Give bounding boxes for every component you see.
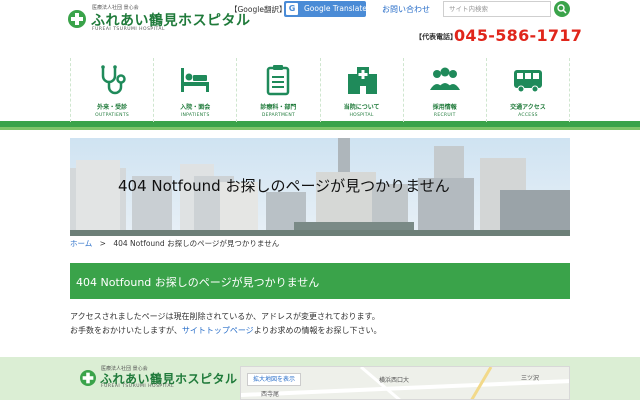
error-message-text: よりお求めの情報をお探し下さい。: [253, 326, 382, 335]
clipboard-icon: [267, 65, 290, 96]
map-label: 横浜西口大: [379, 377, 410, 384]
representative-phone-label: 【代表電話】: [415, 33, 457, 41]
nav-item-label: 診療科・部門: [260, 104, 297, 111]
hero-banner: 404 Notfound お探しのページが見つかりません: [70, 138, 570, 236]
nav-item-sublabel: DEPARTMENT: [261, 113, 296, 118]
search-icon: [557, 4, 567, 14]
nav-item-sublabel: ACCESS: [518, 113, 538, 118]
search-button[interactable]: [554, 1, 570, 17]
error-message-text: お手数をおかけいたしますが、: [70, 326, 182, 335]
error-message-line-2: お手数をおかけいたしますが、サイトトップページよりお求めの情報をお探し下さい。: [70, 325, 382, 336]
page-title: 404 Notfound お探しのページが見つかりません: [76, 276, 320, 289]
global-nav: 外来・受診 OUTPATIENTS 入院・面会 INPATIENTS 診療科・部…: [70, 58, 571, 122]
nav-light-green-bar: [0, 127, 640, 130]
site-top-link[interactable]: サイトトップページ: [182, 326, 254, 335]
hospital-building-icon: [347, 67, 377, 94]
nav-item-access[interactable]: 交通アクセス ACCESS: [485, 58, 571, 122]
google-translate-icon: G: [286, 3, 298, 15]
logo-english-name: FUREAI TSURUMI HOSPITAL: [92, 27, 165, 32]
error-message-line-1: アクセスされましたページは現在削除されているか、アドレスが変更されております。: [70, 312, 380, 321]
nav-item-label: 採用情報: [432, 104, 457, 111]
nav-item-label: 交通アクセス: [510, 104, 546, 111]
representative-phone-number[interactable]: 045-586-1717: [454, 26, 582, 45]
nav-item-sublabel: HOSPITAL: [349, 113, 374, 118]
page-heading-bar: 404 Notfound お探しのページが見つかりません: [70, 263, 570, 299]
logo-english-name: FUREAI TSURUMI HOSPITAL: [101, 384, 174, 389]
nav-item-department[interactable]: 診療科・部門 DEPARTMENT: [236, 58, 319, 122]
hero-title: 404 Notfound お探しのページが見つかりません: [118, 177, 450, 195]
breadcrumb-home-link[interactable]: ホーム: [70, 239, 92, 248]
map-label: 西寺尾: [261, 391, 280, 398]
bus-icon: [513, 70, 542, 93]
nav-item-label: 外来・受診: [97, 104, 128, 111]
nav-item-label: 当院について: [343, 104, 380, 111]
breadcrumb-separator: >: [99, 239, 106, 248]
google-translate-label: 【Google翻訳】: [230, 5, 287, 14]
access-map[interactable]: 拡大地図を表示 横浜西口大 西寺尾 三ツ沢: [240, 366, 570, 400]
google-translate-button-label: Google Translate: [304, 4, 367, 13]
hospital-bed-icon: [181, 68, 210, 92]
nav-item-hospital[interactable]: 当院について HOSPITAL: [319, 58, 403, 122]
nav-item-sublabel: RECRUIT: [433, 113, 456, 118]
breadcrumb: ホーム > 404 Notfound お探しのページが見つかりません: [70, 238, 279, 249]
site-search-input[interactable]: [443, 1, 551, 17]
enlarge-map-button[interactable]: 拡大地図を表示: [247, 373, 302, 386]
nav-item-sublabel: OUTPATIENTS: [95, 113, 130, 118]
breadcrumb-current: 404 Notfound お探しのページが見つかりません: [113, 239, 280, 248]
site-header: 医療法人社団 景心会 ふれあい鶴見ホスピタル FUREAI TSURUMI HO…: [0, 0, 640, 56]
people-icon: [429, 67, 460, 90]
footer-logo[interactable]: 医療法人社団 景心会 ふれあい鶴見ホスピタル FUREAI TSURUMI HO…: [80, 365, 237, 391]
site-logo[interactable]: 医療法人社団 景心会 ふれあい鶴見ホスピタル FUREAI TSURUMI HO…: [68, 4, 250, 34]
map-label: 三ツ沢: [521, 375, 540, 382]
stethoscope-icon: [101, 65, 126, 95]
cross-logo-icon: [80, 370, 96, 386]
nav-item-label: 入院・面会: [180, 104, 211, 111]
nav-item-recruit[interactable]: 採用情報 RECRUIT: [402, 58, 486, 122]
nav-item-sublabel: INPATIENTS: [180, 113, 210, 118]
nav-item-inpatients[interactable]: 入院・面会 INPATIENTS: [153, 58, 236, 122]
contact-link[interactable]: お問い合わせ: [382, 4, 430, 15]
google-translate-button[interactable]: G Google Translate: [284, 1, 367, 17]
nav-item-outpatients[interactable]: 外来・受診 OUTPATIENTS: [70, 58, 153, 122]
cross-logo-icon: [68, 10, 86, 28]
